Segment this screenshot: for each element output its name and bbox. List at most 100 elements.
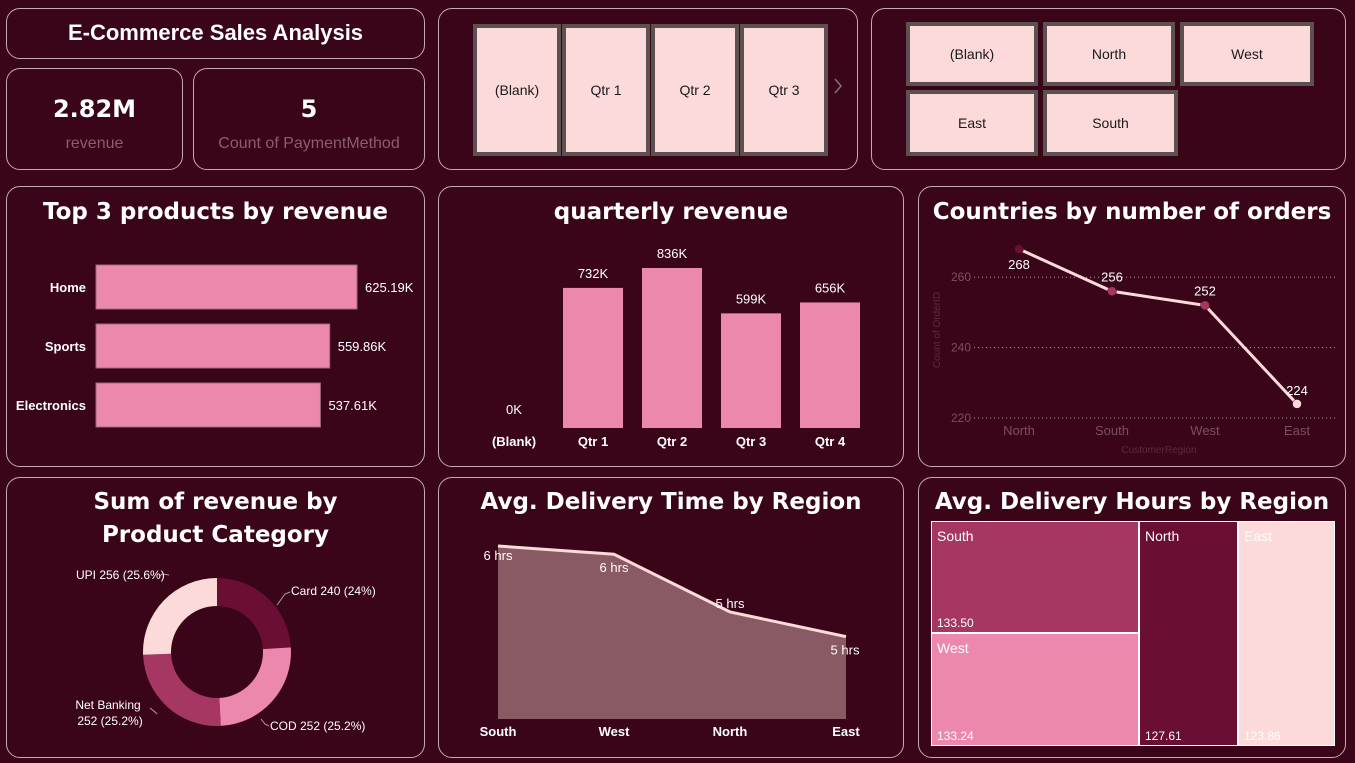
data-label: 256 bbox=[1101, 269, 1123, 284]
x-tick-label: West bbox=[599, 724, 630, 739]
x-axis-title: CustomerRegion bbox=[1121, 445, 1196, 456]
kpi-revenue-label: revenue bbox=[65, 135, 124, 152]
bar-electronics bbox=[95, 382, 321, 428]
slice-card bbox=[217, 578, 291, 650]
slicer-quarter-2[interactable]: Qtr 2 bbox=[651, 24, 739, 156]
title-panel: E-Commerce Sales Analysis bbox=[6, 8, 425, 59]
treemap-cell-value: 133.24 bbox=[937, 729, 974, 743]
x-tick-label: South bbox=[480, 724, 517, 739]
category-label: Qtr 2 bbox=[657, 434, 687, 449]
bar-qtr4 bbox=[800, 302, 860, 428]
treemap-cell-west: West 133.24 bbox=[931, 633, 1139, 746]
slice-net-banking bbox=[143, 653, 221, 726]
data-point bbox=[1107, 286, 1117, 297]
slicer-region-north[interactable]: North bbox=[1043, 22, 1175, 86]
category-label: Qtr 4 bbox=[815, 434, 846, 449]
delivery-time-panel: Avg. Delivery Time by Region 6 hrs South 6… bbox=[438, 477, 904, 758]
kpi-payment-label: Count of PaymentMethod bbox=[218, 135, 400, 152]
treemap-cell-label: South bbox=[937, 528, 974, 544]
category-label: Home bbox=[50, 280, 86, 295]
slicer-quarter-3[interactable]: Qtr 3 bbox=[740, 24, 828, 156]
treemap-cell-value: 133.50 bbox=[937, 616, 974, 630]
kpi-payment-card: 5 Count of PaymentMethod bbox=[193, 68, 425, 170]
treemap-cell-east: East 123.86 bbox=[1238, 521, 1335, 746]
bar-home bbox=[95, 264, 358, 310]
leader-line bbox=[260, 718, 270, 727]
slice-label: COD 252 (25.2%) bbox=[270, 719, 365, 733]
category-label: Qtr 1 bbox=[578, 434, 608, 449]
data-label: 537.61K bbox=[328, 398, 377, 413]
kpi-revenue-value: 2.82M bbox=[52, 95, 137, 123]
data-label: 5 hrs bbox=[831, 643, 860, 658]
category-panel: Sum of revenue by Product Category Card … bbox=[6, 477, 425, 758]
slicer-quarter-blank[interactable]: (Blank) bbox=[473, 24, 561, 156]
treemap-cell-north: North 127.61 bbox=[1139, 521, 1238, 746]
page-title: E-Commerce Sales Analysis bbox=[67, 20, 364, 45]
data-label: 732K bbox=[578, 266, 609, 281]
category-label: Sports bbox=[45, 339, 86, 354]
x-tick-label: East bbox=[832, 724, 860, 739]
y-tick-label: 260 bbox=[951, 270, 971, 284]
slice-label: Card 240 (24%) bbox=[291, 584, 376, 598]
x-tick-label: West bbox=[1190, 423, 1220, 438]
y-axis-title: Count of OrderID bbox=[932, 292, 943, 368]
data-label: 6 hrs bbox=[484, 548, 513, 563]
slicer-region-east[interactable]: East bbox=[906, 90, 1038, 156]
treemap-cell-label: East bbox=[1244, 528, 1273, 544]
delivery-time-chart: 6 hrs South 6 hrs West 5 hrs North 5 hrs East bbox=[480, 544, 860, 739]
leader-line bbox=[276, 591, 291, 606]
slicer-region-west[interactable]: West bbox=[1180, 22, 1314, 86]
bar-sports bbox=[95, 323, 331, 369]
countries-chart: 220 240 260 268 256 252 224 North South West East C… bbox=[932, 244, 1336, 456]
slicer-region-blank[interactable]: (Blank) bbox=[906, 22, 1038, 86]
treemap: South 133.50 West 133.24 North 127.61 East 123.… bbox=[931, 521, 1335, 746]
quarterly-panel: quarterly revenue 0K (Blank) 732K Qtr 1 836K… bbox=[438, 186, 904, 467]
data-label: 559.86K bbox=[338, 339, 387, 354]
treemap-cell-label: North bbox=[1145, 528, 1180, 544]
category-label: Qtr 3 bbox=[736, 434, 766, 449]
category-chart: Card 240 (24%) COD 252 (25.2%) UPI 256 (25… bbox=[75, 568, 376, 733]
data-label: 5 hrs bbox=[716, 596, 745, 611]
slice-label: UPI 256 (25.6%) bbox=[76, 568, 165, 582]
quarter-slicer: (Blank) Qtr 1 Qtr 2 Qtr 3 bbox=[438, 8, 858, 170]
chevron-right-icon[interactable] bbox=[833, 77, 843, 100]
data-label: 268 bbox=[1008, 257, 1030, 272]
region-slicer: (Blank) North West East South bbox=[871, 8, 1346, 170]
bar-qtr2 bbox=[642, 268, 702, 428]
data-label: 836K bbox=[657, 246, 688, 261]
treemap-cell-label: West bbox=[937, 640, 969, 656]
x-tick-label: North bbox=[1003, 423, 1035, 438]
area-fill bbox=[498, 546, 846, 719]
x-tick-label: East bbox=[1284, 423, 1310, 438]
data-label: 599K bbox=[736, 291, 767, 306]
data-point bbox=[1200, 300, 1210, 311]
data-label: 0K bbox=[506, 402, 522, 417]
top-products-chart: Home 625.19K Sports 559.86K Electronics 537.6… bbox=[16, 264, 414, 428]
slicer-region-south[interactable]: South bbox=[1043, 90, 1178, 156]
y-tick-label: 240 bbox=[951, 341, 971, 355]
category-label: (Blank) bbox=[492, 434, 536, 449]
kpi-revenue-card: 2.82M revenue bbox=[6, 68, 183, 170]
x-tick-label: North bbox=[713, 724, 748, 739]
x-tick-label: South bbox=[1095, 423, 1129, 438]
data-label: 224 bbox=[1286, 383, 1308, 398]
quarterly-chart: 0K (Blank) 732K Qtr 1 836K Qtr 2 599K Qtr 3 656K… bbox=[492, 246, 860, 449]
treemap-cell-value: 123.86 bbox=[1244, 729, 1281, 743]
y-tick-label: 220 bbox=[951, 411, 971, 425]
slice-label: 252 (25.2%) bbox=[77, 714, 142, 728]
data-label: 252 bbox=[1194, 283, 1216, 298]
kpi-payment-value: 5 bbox=[300, 95, 318, 123]
bar-qtr3 bbox=[721, 313, 781, 428]
treemap-cell-value: 127.61 bbox=[1145, 729, 1182, 743]
countries-panel: Countries by number of orders 220 240 260 2… bbox=[918, 186, 1346, 467]
delivery-hours-title: Avg. Delivery Hours by Region bbox=[934, 489, 1330, 515]
slice-label: Net Banking bbox=[75, 698, 140, 712]
delivery-hours-panel: Avg. Delivery Hours by Region South 133.5… bbox=[918, 477, 1346, 758]
slice-upi bbox=[143, 578, 217, 655]
treemap-cell-south: South 133.50 bbox=[931, 521, 1139, 633]
slicer-quarter-1[interactable]: Qtr 1 bbox=[562, 24, 650, 156]
top-products-panel: Top 3 products by revenue Home 625.19K Spo… bbox=[6, 186, 425, 467]
bar-qtr1 bbox=[563, 287, 623, 428]
data-label: 6 hrs bbox=[600, 560, 629, 575]
data-point bbox=[1292, 399, 1302, 409]
